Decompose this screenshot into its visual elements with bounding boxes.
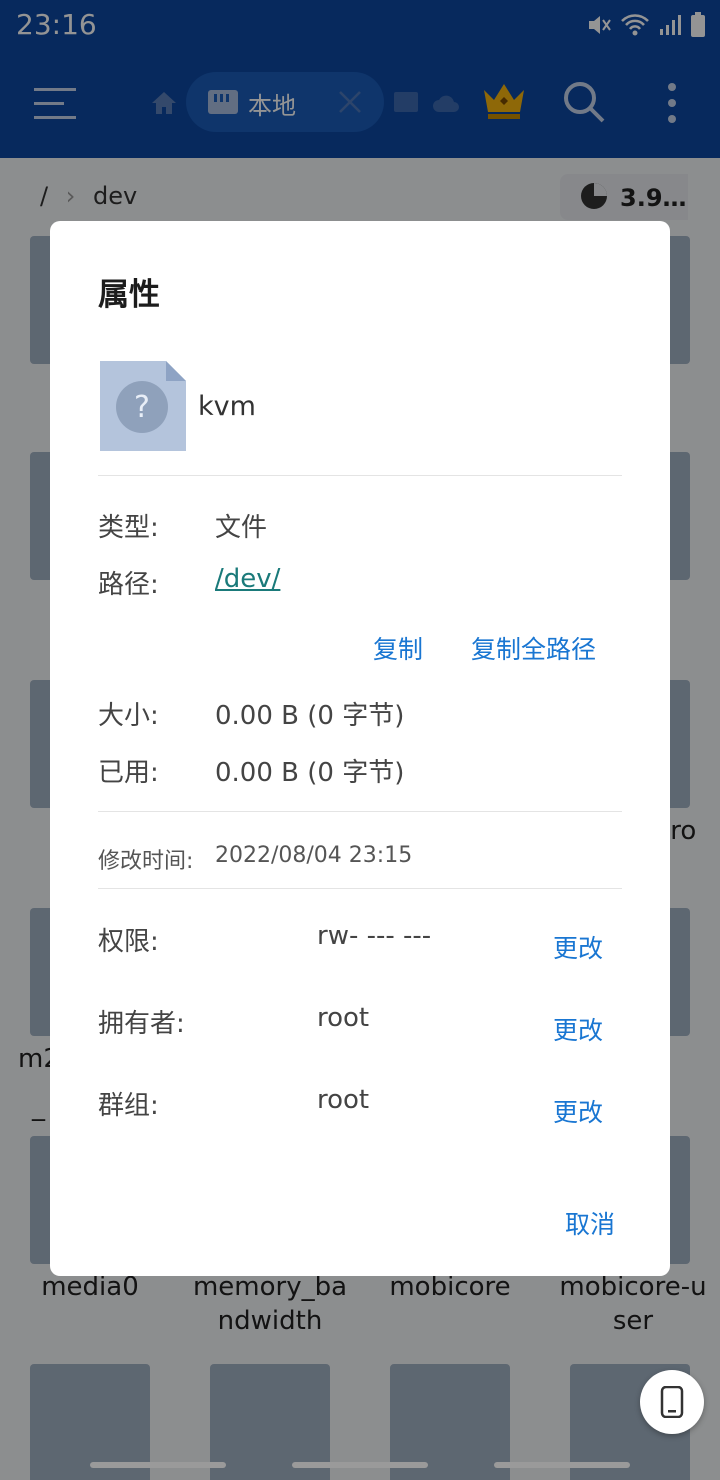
used-label: 已用: (98, 758, 159, 788)
group-value: root (317, 1085, 370, 1115)
file-name: kvm (198, 391, 256, 422)
dialog-title: 属性 (98, 277, 160, 313)
copy-button[interactable]: 复制 (373, 630, 423, 666)
divider (98, 475, 622, 476)
size-label: 大小: (98, 701, 159, 731)
path-link[interactable]: /dev/ (215, 564, 280, 594)
owner-label: 拥有者: (98, 1009, 185, 1039)
change-permission-button[interactable]: 更改 (553, 929, 603, 965)
change-owner-button[interactable]: 更改 (553, 1011, 603, 1047)
nav-pill[interactable] (292, 1462, 428, 1468)
path-label: 路径: (98, 570, 159, 600)
nav-pill[interactable] (90, 1462, 226, 1468)
phone-icon (660, 1386, 684, 1418)
nav-pill[interactable] (494, 1462, 630, 1468)
copy-full-path-button[interactable]: 复制全路径 (471, 630, 596, 666)
floating-device-button[interactable] (640, 1370, 704, 1434)
type-label: 类型: (98, 513, 159, 543)
divider (98, 811, 622, 812)
change-group-button[interactable]: 更改 (553, 1093, 603, 1129)
size-value: 0.00 B (0 字节) (215, 701, 405, 731)
gesture-nav-bar (0, 1450, 720, 1480)
permission-value: rw- --- --- (317, 921, 432, 951)
svg-text:?: ? (134, 390, 150, 425)
modified-value: 2022/08/04 23:15 (215, 843, 413, 868)
divider (98, 888, 622, 889)
cancel-button[interactable]: 取消 (565, 1205, 615, 1241)
properties-dialog: 属性 ? kvm 类型: 文件 路径: /dev/ 复制 复制全路径 大小: 0… (50, 221, 670, 1276)
group-label: 群组: (98, 1091, 159, 1121)
modified-label: 修改时间: (98, 849, 194, 874)
permission-label: 权限: (98, 927, 159, 957)
type-value: 文件 (215, 513, 268, 543)
used-value: 0.00 B (0 字节) (215, 758, 405, 788)
unknown-file-icon: ? (100, 361, 186, 451)
owner-value: root (317, 1003, 370, 1033)
